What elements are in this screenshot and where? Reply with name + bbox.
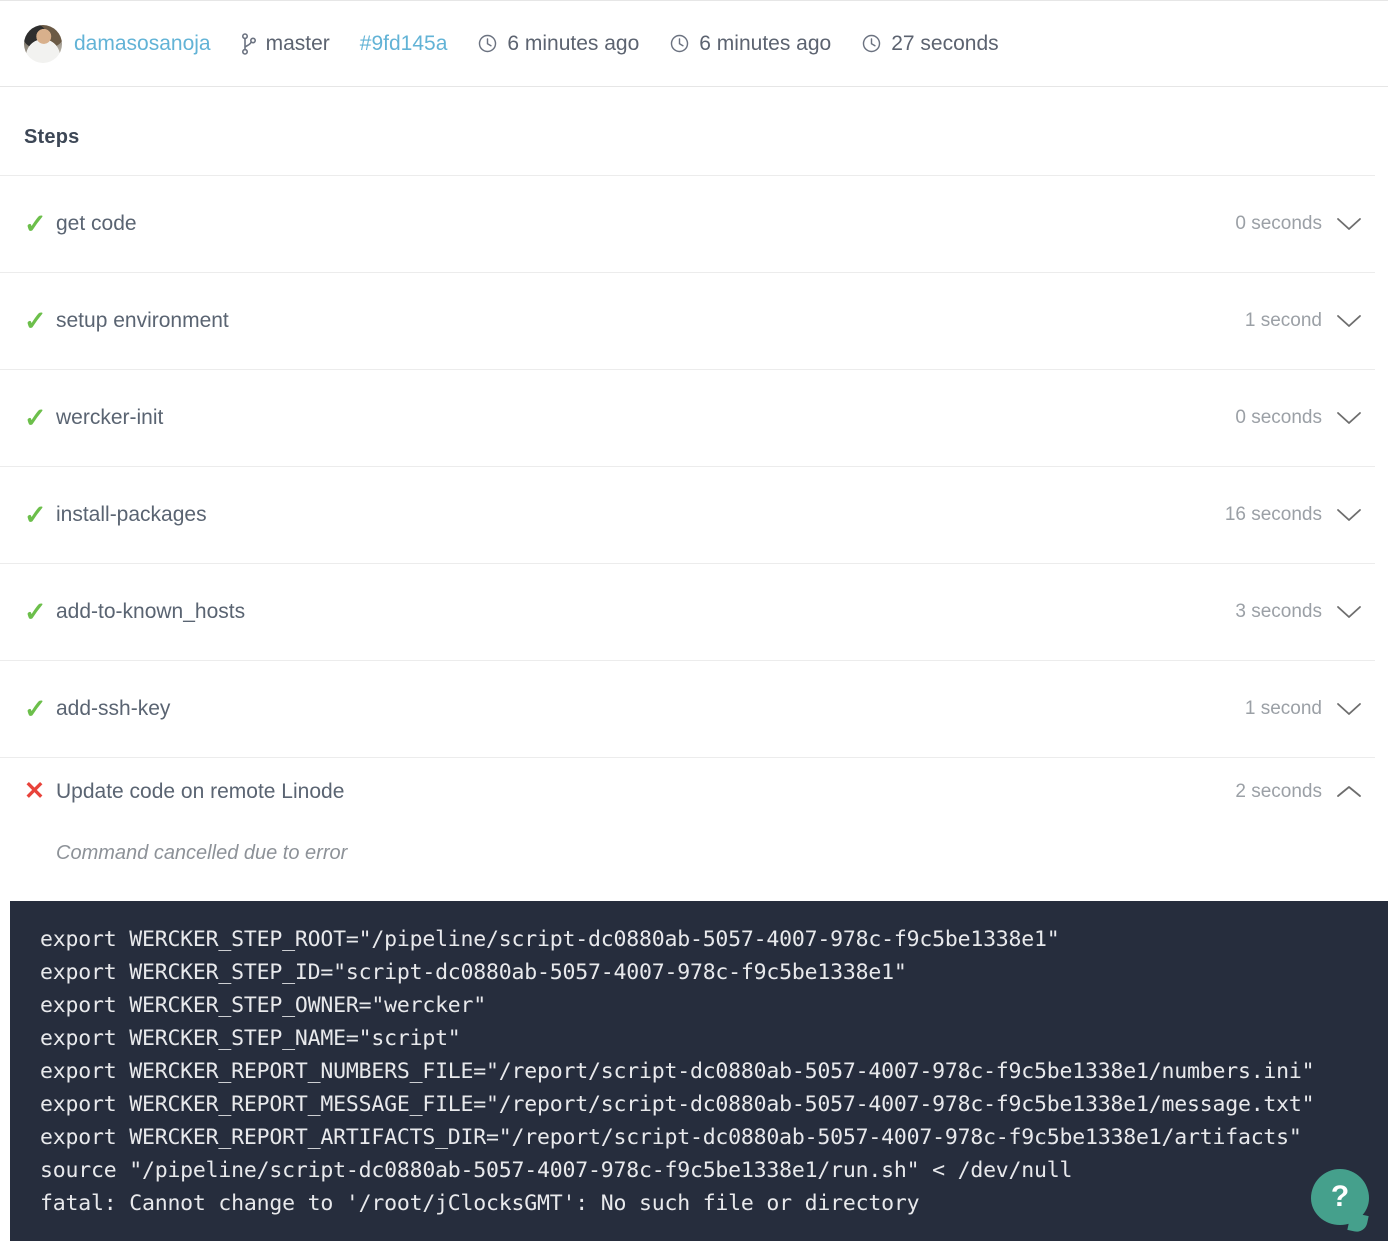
total-duration: 27 seconds <box>891 32 998 56</box>
console-line: source "/pipeline/script-dc0880ab-5057-4… <box>40 1154 1388 1187</box>
build-branch: master <box>241 32 330 56</box>
help-button[interactable]: ? <box>1311 1169 1369 1225</box>
step-meta: 0 seconds <box>1235 213 1376 235</box>
step-name: Update code on remote Linode <box>56 780 344 804</box>
step-meta: 0 seconds <box>1235 407 1376 429</box>
git-branch-icon <box>241 33 257 55</box>
branch-name: master <box>266 32 330 56</box>
step-duration: 3 seconds <box>1235 601 1322 623</box>
step-row[interactable]: ✓ wercker-init 0 seconds <box>0 369 1388 466</box>
build-duration: 27 seconds <box>861 32 998 56</box>
step-duration: 1 second <box>1245 310 1322 332</box>
chevron-down-icon[interactable] <box>1322 604 1376 620</box>
step-meta: 2 seconds <box>1235 781 1376 803</box>
step-duration: 16 seconds <box>1225 504 1322 526</box>
step-duration: 2 seconds <box>1235 781 1322 803</box>
step-name: install-packages <box>56 503 207 527</box>
step-name: add-to-known_hosts <box>56 600 245 624</box>
avatar <box>24 25 62 63</box>
step-row[interactable]: ✓ add-to-known_hosts 3 seconds <box>0 563 1388 660</box>
build-commit[interactable]: #9fd145a <box>360 32 448 56</box>
step-name: get code <box>56 212 137 236</box>
console-line: export WERCKER_REPORT_ARTIFACTS_DIR="/re… <box>40 1121 1388 1154</box>
step-row[interactable]: ✓ install-packages 16 seconds <box>0 466 1388 563</box>
build-meta-bar: damasosanoja master #9fd145a 6 minutes a… <box>0 1 1388 87</box>
status-success-icon: ✓ <box>24 599 54 626</box>
question-mark-icon: ? <box>1331 1180 1349 1214</box>
console-line: export WERCKER_STEP_ID="script-dc0880ab-… <box>40 956 1388 989</box>
build-started: 6 minutes ago <box>477 32 639 56</box>
console-line: export WERCKER_STEP_NAME="script" <box>40 1022 1388 1055</box>
status-success-icon: ✓ <box>24 696 54 723</box>
console-line: export WERCKER_STEP_OWNER="wercker" <box>40 989 1388 1022</box>
step-duration: 0 seconds <box>1235 407 1322 429</box>
clock-icon <box>669 33 690 54</box>
chevron-up-icon[interactable] <box>1322 784 1376 800</box>
step-name: setup environment <box>56 309 229 333</box>
step-name: wercker-init <box>56 406 163 430</box>
chevron-down-icon[interactable] <box>1322 701 1376 717</box>
build-author[interactable]: damasosanoja <box>24 25 211 63</box>
chevron-down-icon[interactable] <box>1322 410 1376 426</box>
status-error-icon: ✕ <box>24 779 54 804</box>
clock-icon <box>477 33 498 54</box>
status-success-icon: ✓ <box>24 308 54 335</box>
console-line: fatal: Cannot change to '/root/jClocksGM… <box>40 1187 1388 1220</box>
step-meta: 3 seconds <box>1235 601 1376 623</box>
step-row[interactable]: ✓ setup environment 1 second <box>0 272 1388 369</box>
step-name: add-ssh-key <box>56 697 170 721</box>
step-row[interactable]: ✓ add-ssh-key 1 second <box>0 660 1388 757</box>
status-success-icon: ✓ <box>24 405 54 432</box>
build-finished: 6 minutes ago <box>669 32 831 56</box>
status-success-icon: ✓ <box>24 211 54 238</box>
chevron-down-icon[interactable] <box>1322 507 1376 523</box>
chevron-down-icon[interactable] <box>1322 216 1376 232</box>
commit-hash-link[interactable]: #9fd145a <box>360 32 448 56</box>
console-line: export WERCKER_REPORT_MESSAGE_FILE="/rep… <box>40 1088 1388 1121</box>
step-meta: 16 seconds <box>1225 504 1376 526</box>
step-error-note: Command cancelled due to error <box>56 842 347 865</box>
status-success-icon: ✓ <box>24 502 54 529</box>
step-duration: 1 second <box>1245 698 1322 720</box>
step-meta: 1 second <box>1245 698 1376 720</box>
console-line: export WERCKER_STEP_ROOT="/pipeline/scri… <box>40 923 1388 956</box>
steps-heading: Steps <box>24 126 79 149</box>
console-output[interactable]: export WERCKER_STEP_ROOT="/pipeline/scri… <box>10 901 1388 1241</box>
steps-list: ✓ get code 0 seconds ✓ setup environment… <box>0 175 1388 825</box>
step-duration: 0 seconds <box>1235 213 1322 235</box>
step-meta: 1 second <box>1245 310 1376 332</box>
started-time: 6 minutes ago <box>507 32 639 56</box>
step-row-failed[interactable]: ✕ Update code on remote Linode 2 seconds <box>0 757 1388 825</box>
clock-icon <box>861 33 882 54</box>
console-line: export WERCKER_REPORT_NUMBERS_FILE="/rep… <box>40 1055 1388 1088</box>
author-username[interactable]: damasosanoja <box>74 32 211 56</box>
chevron-down-icon[interactable] <box>1322 313 1376 329</box>
finished-time: 6 minutes ago <box>699 32 831 56</box>
step-row[interactable]: ✓ get code 0 seconds <box>0 175 1388 272</box>
